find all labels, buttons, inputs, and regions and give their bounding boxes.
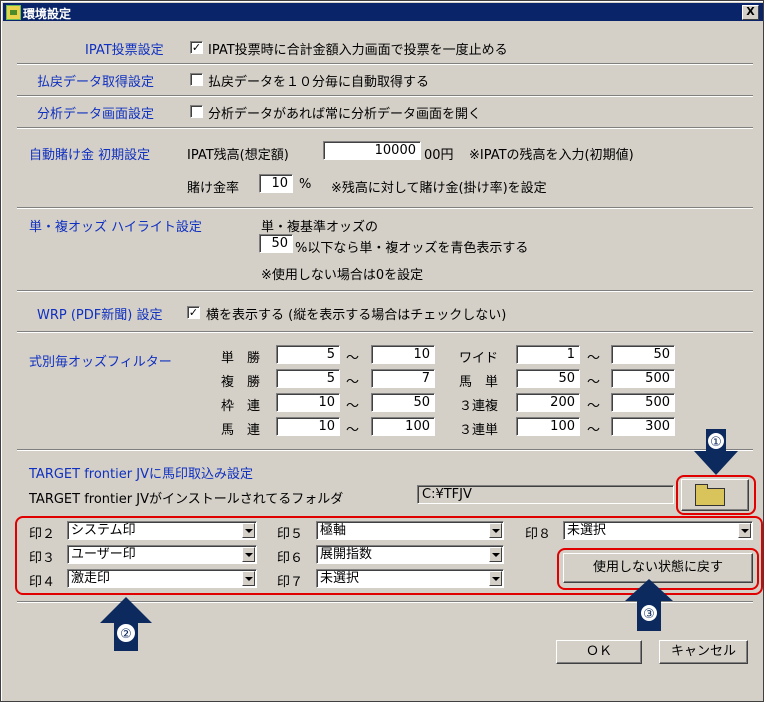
filter-wide-min[interactable]: 1 xyxy=(516,345,580,364)
filter-wakuren-max[interactable]: 50 xyxy=(371,393,435,412)
annotation-arrow-2: ② xyxy=(100,597,152,651)
balance-label: IPAT残高(想定額) xyxy=(187,148,289,163)
ipat-section-label: IPAT投票設定 xyxy=(85,43,164,58)
filter-label-wide: ワイド xyxy=(459,351,499,366)
annotation-arrow-3: ③ xyxy=(625,579,673,631)
window-title: 環境設定 xyxy=(23,7,72,21)
bet-rate-label: 賭け金率 xyxy=(187,181,240,196)
target-section-label: TARGET frontier JVに馬印取込み設定 xyxy=(29,467,253,482)
tilde: ～ xyxy=(587,375,601,390)
highlight-note: ※使用しない場合は0を設定 xyxy=(261,268,424,283)
filter-tansho-min[interactable]: 5 xyxy=(276,345,340,364)
ok-button[interactable]: ＯＫ xyxy=(556,640,642,664)
haraimodoshi-checkbox-label: 払戻データを１０分毎に自動取得する xyxy=(208,75,430,90)
filter-label-wakuren: 枠 連 xyxy=(221,399,261,414)
tilde: ～ xyxy=(346,375,360,390)
filter-fukusho-min[interactable]: 5 xyxy=(276,369,340,388)
cancel-button[interactable]: キャンセル xyxy=(659,640,748,664)
wrp-checkbox-label: 横を表示する (縦を表示する場合はチェックしない) xyxy=(206,308,507,323)
haraimodoshi-checkbox[interactable] xyxy=(190,73,203,86)
filter-umaren-max[interactable]: 100 xyxy=(371,417,435,436)
highlight-odds-input[interactable]: 50 xyxy=(259,234,293,253)
filter-tansho-max[interactable]: 10 xyxy=(371,345,435,364)
tilde: ～ xyxy=(587,399,601,414)
target-folder-label: TARGET frontier JVがインストールされてるフォルダ xyxy=(29,492,344,507)
balance-note: ※IPATの残高を入力(初期値) xyxy=(469,148,634,163)
separator xyxy=(17,449,753,451)
highlight-line2: %以下なら単・複オッズを青色表示する xyxy=(295,241,529,256)
wrp-checkbox[interactable]: ✓ xyxy=(187,306,200,319)
tilde: ～ xyxy=(587,351,601,366)
filter-sanrenpuku-max[interactable]: 500 xyxy=(611,393,675,412)
haraimodoshi-section-label: 払戻データ取得設定 xyxy=(37,75,155,90)
annotation-2-label: ② xyxy=(120,627,132,642)
filter-label-umaren: 馬 連 xyxy=(221,423,261,438)
auto-bet-section-label: 自動賭け金 初期設定 xyxy=(29,148,151,163)
tilde: ～ xyxy=(346,399,360,414)
filter-section-label: 式別毎オッズフィルター xyxy=(29,355,172,370)
filter-wide-max[interactable]: 50 xyxy=(611,345,675,364)
target-folder-path[interactable]: C:¥TFJV xyxy=(417,485,674,504)
filter-umatan-max[interactable]: 500 xyxy=(611,369,675,388)
wrp-section-label: WRP (PDF新聞) 設定 xyxy=(37,308,163,323)
app-icon xyxy=(6,5,21,20)
separator xyxy=(17,207,753,209)
highlight-line1: 単・複基準オッズの xyxy=(261,220,379,235)
filter-label-umatan: 馬 単 xyxy=(459,375,499,390)
filter-label-tansho: 単 勝 xyxy=(221,351,261,366)
highlight-box-folder xyxy=(676,475,756,515)
separator xyxy=(17,290,753,292)
filter-label-sanrentan: ３連単 xyxy=(459,423,499,438)
bet-rate-input[interactable]: 10 xyxy=(259,174,293,193)
filter-label-fukusho: 複 勝 xyxy=(221,375,261,390)
annotation-3-label: ③ xyxy=(643,607,655,622)
filter-wakuren-min[interactable]: 10 xyxy=(276,393,340,412)
annotation-1-label: ① xyxy=(710,435,722,450)
bunseki-checkbox[interactable] xyxy=(190,105,203,118)
tilde: ～ xyxy=(587,423,601,438)
separator xyxy=(17,127,753,129)
balance-input[interactable]: 10000 xyxy=(323,141,421,160)
bunseki-section-label: 分析データ画面設定 xyxy=(37,107,155,122)
close-button[interactable]: X xyxy=(742,5,759,20)
ipat-checkbox[interactable]: ✓ xyxy=(190,41,203,54)
separator xyxy=(17,95,753,97)
bet-rate-unit: % xyxy=(299,177,312,192)
separator xyxy=(17,331,753,333)
tilde: ～ xyxy=(346,351,360,366)
title-bar: 環境設定 X xyxy=(3,3,763,21)
filter-fukusho-max[interactable]: 7 xyxy=(371,369,435,388)
balance-unit: 00円 xyxy=(424,148,454,163)
filter-sanrenpuku-min[interactable]: 200 xyxy=(516,393,580,412)
bunseki-checkbox-label: 分析データがあれば常に分析データ画面を開く xyxy=(208,107,482,122)
separator xyxy=(17,63,753,65)
highlight-section-label: 単・複オッズ ハイライト設定 xyxy=(29,220,202,235)
tilde: ～ xyxy=(346,423,360,438)
filter-sanrentan-min[interactable]: 100 xyxy=(516,417,580,436)
ipat-checkbox-label: IPAT投票時に合計金額入力画面で投票を一度止める xyxy=(208,43,508,58)
filter-label-sanrenpuku: ３連複 xyxy=(459,399,499,414)
filter-umaren-min[interactable]: 10 xyxy=(276,417,340,436)
filter-umatan-min[interactable]: 50 xyxy=(516,369,580,388)
bet-rate-note: ※残高に対して賭け金(掛け率)を設定 xyxy=(331,181,547,196)
settings-dialog: 環境設定 X IPAT投票設定 ✓ IPAT投票時に合計金額入力画面で投票を一度… xyxy=(0,0,764,702)
annotation-arrow-1: ① xyxy=(694,429,738,475)
filter-sanrentan-max[interactable]: 300 xyxy=(611,417,675,436)
